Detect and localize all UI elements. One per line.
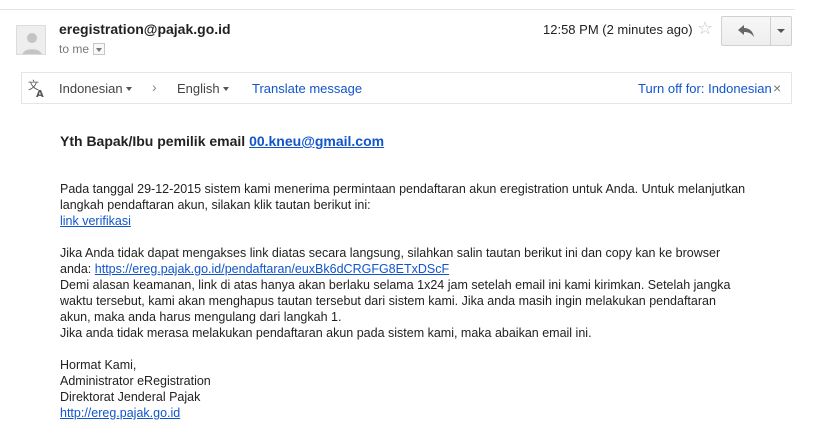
signature-line: Administrator eRegistration: [60, 374, 211, 388]
top-divider: [0, 9, 795, 10]
verification-link[interactable]: link verifikasi: [60, 214, 131, 228]
source-language-select[interactable]: Indonesian: [59, 81, 132, 96]
website-link[interactable]: http://ereg.pajak.go.id: [60, 406, 180, 420]
body-line: Demi alasan keamanan, link di atas hanya…: [60, 278, 731, 292]
signature-line: Direktorat Jenderal Pajak: [60, 390, 201, 404]
turn-off-translation-link[interactable]: Turn off for: Indonesian: [638, 81, 772, 96]
dropdown-caret-icon: [777, 29, 786, 33]
body-line: Jika Anda tidak dapat mengakses link dia…: [60, 246, 721, 260]
star-icon[interactable]: ☆: [697, 18, 713, 38]
translate-message-link[interactable]: Translate message: [252, 81, 362, 96]
target-language-select[interactable]: English: [177, 81, 229, 96]
body-line: Pada tanggal 29-12-2015 sistem kami mene…: [60, 182, 746, 196]
more-options-button[interactable]: [771, 17, 791, 45]
translate-bar: 文 A Indonesian › English Translate messa…: [21, 72, 792, 104]
recipient-label: to me: [59, 42, 90, 56]
show-details-dropdown-icon[interactable]: [93, 43, 106, 55]
body-line: langkah pendaftaran akun, silakan klik t…: [60, 198, 371, 212]
translate-icon: 文 A: [28, 78, 44, 98]
signature: Hormat Kami, Administrator eRegistration…: [60, 357, 211, 421]
paragraph-instructions: Jika Anda tidak dapat mengakses link dia…: [60, 245, 731, 341]
reply-button[interactable]: [722, 17, 772, 45]
body-line: akun, maka anda harus mengulang dari lan…: [60, 310, 342, 324]
target-language-label: English: [177, 81, 220, 96]
greeting-text: Yth Bapak/Ibu pemilik email: [60, 133, 246, 149]
body-line-with-url: anda: https://ereg.pajak.go.id/pendaftar…: [60, 261, 731, 277]
close-icon[interactable]: ×: [773, 80, 781, 96]
sender-avatar[interactable]: [16, 25, 46, 55]
reply-button-group: [721, 16, 792, 46]
person-icon: [22, 33, 42, 54]
svg-text:A: A: [36, 89, 44, 98]
paragraph-intro: Pada tanggal 29-12-2015 sistem kami mene…: [60, 181, 745, 229]
chevron-right-icon: ›: [152, 79, 157, 95]
email-greeting: Yth Bapak/Ibu pemilik email 00.kneu@gmai…: [60, 133, 384, 149]
recipient-line: to me: [59, 42, 106, 56]
chevron-down-icon: [222, 87, 229, 91]
body-line: Jika anda tidak merasa melakukan pendaft…: [60, 326, 592, 340]
url-prefix: anda:: [60, 262, 92, 276]
sender-name[interactable]: eregistration@pajak.go.id: [59, 21, 231, 37]
signature-line: Hormat Kami,: [60, 358, 137, 372]
source-language-label: Indonesian: [59, 81, 123, 96]
reply-arrow-icon: [738, 25, 755, 37]
registration-url-link[interactable]: https://ereg.pajak.go.id/pendaftaran/eux…: [95, 262, 449, 276]
body-line: waktu tersebut, kami akan menghapus taut…: [60, 294, 716, 308]
message-timestamp: 12:58 PM (2 minutes ago): [543, 22, 693, 37]
chevron-down-icon: [125, 87, 132, 91]
recipient-email-link[interactable]: 00.kneu@gmail.com: [249, 133, 384, 149]
